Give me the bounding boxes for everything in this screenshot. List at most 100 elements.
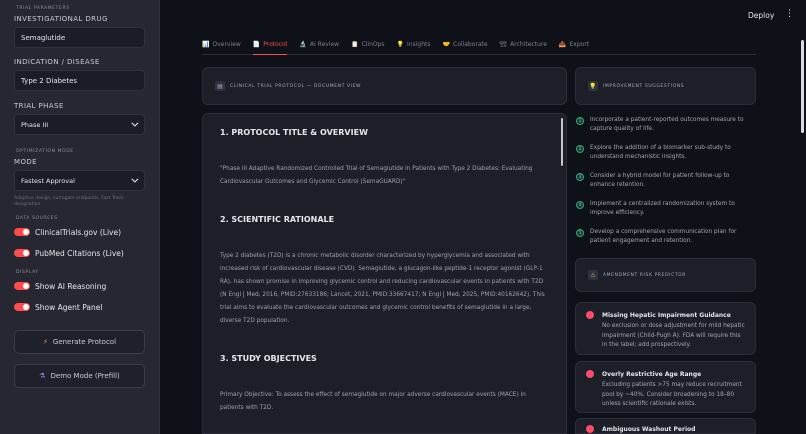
lightning-icon: ⚡ xyxy=(42,338,48,346)
tab-architecture-label: Architecture xyxy=(510,41,547,48)
tab-ai-review[interactable]: 🔬 AI Review xyxy=(299,41,339,55)
list-item: 4 Implement a centralized randomization s… xyxy=(576,200,756,218)
toggle-switch-icon[interactable] xyxy=(14,303,30,311)
disease-input[interactable]: Type 2 Diabetes xyxy=(14,70,145,91)
flask-icon: ⚗ xyxy=(39,372,46,380)
kebab-menu-icon[interactable]: ⋮ xyxy=(785,10,794,19)
toggle-ai-reasoning-label: Show AI Reasoning xyxy=(35,281,107,291)
generate-protocol-button[interactable]: ⚡ Generate Protocol xyxy=(14,330,145,354)
section-heading-rationale: 2. SCIENTIFIC RATIONALE xyxy=(220,215,335,224)
suggestion-number: 1 xyxy=(576,117,584,125)
tab-protocol[interactable]: 📄 Protocol xyxy=(252,41,288,55)
suggestions-list: 1 Incorporate a patient-reported outcomes… xyxy=(576,116,756,256)
risk-title: Missing Hepatic Impairment Guidance xyxy=(602,311,731,319)
lightbulb-icon: 💡 xyxy=(588,81,598,91)
page-scrollbar[interactable] xyxy=(801,40,804,133)
list-item: 2 Explore the addition of a biomarker sub… xyxy=(576,144,756,162)
suggestion-text: Consider a hybrid model for patient foll… xyxy=(590,173,730,188)
section-text-rationale: Type 2 diabetes (T2D) is a chronic metab… xyxy=(220,253,545,324)
document-scrollbar[interactable] xyxy=(561,118,563,166)
suggestion-text: Implement a centralized randomization sy… xyxy=(590,201,735,216)
phase-label: TRIAL PHASE xyxy=(14,102,64,110)
phase-select[interactable]: Phase III xyxy=(14,114,145,135)
microscope-icon: 🔬 xyxy=(299,41,307,48)
toggle-clinicaltrials-label: ClinicalTrials.gov (Live) xyxy=(35,227,122,237)
risk-card: Overly Restrictive Age Range Excluding p… xyxy=(575,361,756,413)
risk-title: Ambiguous Washout Period xyxy=(602,425,696,433)
improvement-suggestions-title: IMPROVEMENT SUGGESTIONS xyxy=(603,83,685,89)
tab-collaborate[interactable]: 🤝 Collaborate xyxy=(443,41,488,55)
section-text-title-overview: "Phase III Adaptive Randomized Controlle… xyxy=(220,166,533,185)
amendment-risk-header: ⚠ AMENDMENT RISK PREDICTOR xyxy=(575,258,756,292)
tab-collaborate-label: Collaborate xyxy=(453,41,488,48)
suggestion-number: 5 xyxy=(576,229,584,237)
tab-export[interactable]: 📤 Export xyxy=(559,41,589,55)
clipboard-icon: 📋 xyxy=(351,41,359,48)
tab-insights[interactable]: 💡 Insights xyxy=(397,41,431,55)
tab-clinops-label: ClinOps xyxy=(361,41,385,48)
risk-description: Excluding patients >75 may reduce recrui… xyxy=(602,382,742,407)
mode-label: MODE xyxy=(14,158,37,166)
list-item: 5 Develop a comprehensive communication p… xyxy=(576,228,756,246)
suggestion-number: 4 xyxy=(576,201,584,209)
disease-label: INDICATION / DISEASE xyxy=(14,58,100,66)
sidebar: TRIAL PARAMETERS INVESTIGATIONAL DRUG Se… xyxy=(0,0,160,434)
protocol-document-header: ▤ CLINICAL TRIAL PROTOCOL — DOCUMENT VIE… xyxy=(202,67,567,105)
section-text-objectives: Primary Objective: To assess the effect … xyxy=(220,392,526,411)
tab-clinops[interactable]: 📋 ClinOps xyxy=(351,41,384,55)
risk-severity-icon xyxy=(586,425,594,433)
toggle-switch-icon[interactable] xyxy=(14,249,30,257)
disease-input-value: Type 2 Diabetes xyxy=(21,76,78,85)
suggestion-text: Develop a comprehensive communication pl… xyxy=(590,229,737,244)
tab-insights-label: Insights xyxy=(407,41,431,48)
tab-export-label: Export xyxy=(569,41,590,48)
document-icon: ▤ xyxy=(215,81,225,91)
deploy-button[interactable]: Deploy xyxy=(748,11,774,20)
suggestion-number: 3 xyxy=(576,173,584,181)
drug-input[interactable]: Semaglutide xyxy=(14,27,145,48)
toggle-switch-icon[interactable] xyxy=(14,228,30,236)
tab-overview[interactable]: 📊 Overview xyxy=(202,41,241,55)
protocol-document-title: CLINICAL TRIAL PROTOCOL — DOCUMENT VIEW xyxy=(230,83,362,89)
tab-ai-review-label: AI Review xyxy=(309,41,340,48)
toggle-ai-reasoning[interactable]: Show AI Reasoning xyxy=(14,279,145,293)
tab-protocol-label: Protocol xyxy=(263,41,288,48)
risk-severity-icon xyxy=(586,311,594,319)
toggle-clinicaltrials[interactable]: ClinicalTrials.gov (Live) xyxy=(14,225,145,239)
tab-architecture[interactable]: 🏗 Architecture xyxy=(500,41,547,55)
tab-bar: 📊 Overview 📄 Protocol 🔬 AI Review 📋 ClinOps … xyxy=(202,41,756,55)
demo-mode-label: Demo Mode (Prefill) xyxy=(50,372,120,380)
section-title-trial-parameters: TRIAL PARAMETERS xyxy=(16,6,70,11)
document-icon: 📄 xyxy=(252,41,261,48)
export-icon: 📤 xyxy=(558,41,567,48)
protocol-document-body[interactable]: 1. PROTOCOL TITLE & OVERVIEW "Phase III … xyxy=(202,113,567,434)
mode-help-text: Adaptive design, surrogate endpoints, Fa… xyxy=(14,196,124,207)
demo-mode-button[interactable]: ⚗ Demo Mode (Prefill) xyxy=(14,364,145,388)
chevron-down-icon xyxy=(131,119,139,127)
risk-card: Missing Hepatic Impairment Guidance No e… xyxy=(575,302,756,355)
risk-description: No exclusion or dose adjustment for mild… xyxy=(602,323,745,348)
section-heading-objectives: 3. STUDY OBJECTIVES xyxy=(220,354,317,363)
toggle-agent-panel[interactable]: Show Agent Panel xyxy=(14,300,145,314)
section-heading-title-overview: 1. PROTOCOL TITLE & OVERVIEW xyxy=(220,128,368,137)
mode-select-value: Fastest Approval xyxy=(21,176,75,185)
mode-select[interactable]: Fastest Approval xyxy=(14,170,145,191)
toggle-switch-icon[interactable] xyxy=(14,282,30,290)
risk-card: Ambiguous Washout Period xyxy=(575,418,756,434)
section-title-display: DISPLAY xyxy=(16,270,39,275)
amendment-risk-title: AMENDMENT RISK PREDICTOR xyxy=(603,272,687,278)
toggle-pubmed-label: PubMed Citations (Live) xyxy=(35,248,124,258)
drug-label: INVESTIGATIONAL DRUG xyxy=(14,15,108,23)
toggle-agent-panel-label: Show Agent Panel xyxy=(35,302,103,312)
suggestion-text: Explore the addition of a biomarker sub-… xyxy=(590,145,731,160)
improvement-suggestions-header: 💡 IMPROVEMENT SUGGESTIONS xyxy=(575,67,756,105)
risk-severity-icon xyxy=(586,370,594,378)
lightbulb-icon: 💡 xyxy=(396,41,405,48)
chart-icon: 📊 xyxy=(202,41,210,48)
section-title-data-sources: DATA SOURCES xyxy=(16,216,58,221)
suggestion-number: 2 xyxy=(576,145,584,153)
toggle-pubmed[interactable]: PubMed Citations (Live) xyxy=(14,246,145,260)
phase-select-value: Phase III xyxy=(21,120,49,129)
handshake-icon: 🤝 xyxy=(442,41,450,48)
drug-input-value: Semaglutide xyxy=(21,33,66,42)
